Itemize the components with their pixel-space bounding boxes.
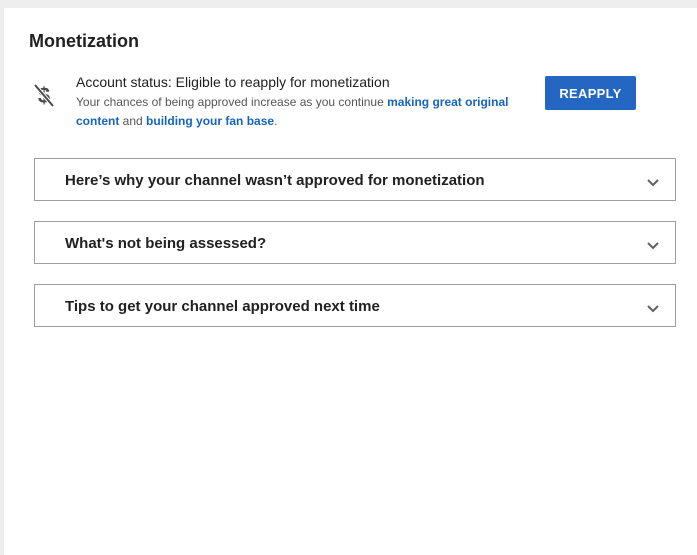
status-text-block: Account status: Eligible to reapply for … (76, 74, 546, 131)
accordion-why-not-approved[interactable]: Here’s why your channel wasn’t approved … (34, 158, 676, 201)
building-fan-base-link[interactable]: building your fan base (146, 114, 274, 128)
page-title: Monetization (29, 31, 139, 51)
accordion-tips[interactable]: Tips to get your channel approved next t… (34, 284, 676, 327)
account-status-label: Account status: Eligible to reapply for … (76, 74, 390, 90)
chevron-down-icon (646, 301, 660, 313)
accordion-label: Tips to get your channel approved next t… (65, 298, 380, 315)
chevron-down-icon (646, 175, 660, 187)
reapply-button[interactable]: REAPPLY (545, 76, 636, 110)
monetization-card: Monetization $ Account status: Eligible … (4, 8, 697, 555)
no-dollar-icon: $ (32, 82, 56, 108)
status-desc-prefix: Your chances of being approved increase … (76, 95, 388, 109)
accordion-label: What's not being assessed? (65, 235, 267, 252)
account-status-section: $ Account status: Eligible to reapply fo… (32, 74, 672, 134)
accordion-not-assessed[interactable]: What's not being assessed? (34, 221, 676, 264)
status-description: Your chances of being approved increase … (76, 93, 546, 131)
status-desc-suffix: . (274, 114, 278, 128)
chevron-down-icon (646, 238, 660, 250)
status-desc-middle: and (119, 114, 147, 128)
accordion-label: Here’s why your channel wasn’t approved … (65, 172, 485, 189)
